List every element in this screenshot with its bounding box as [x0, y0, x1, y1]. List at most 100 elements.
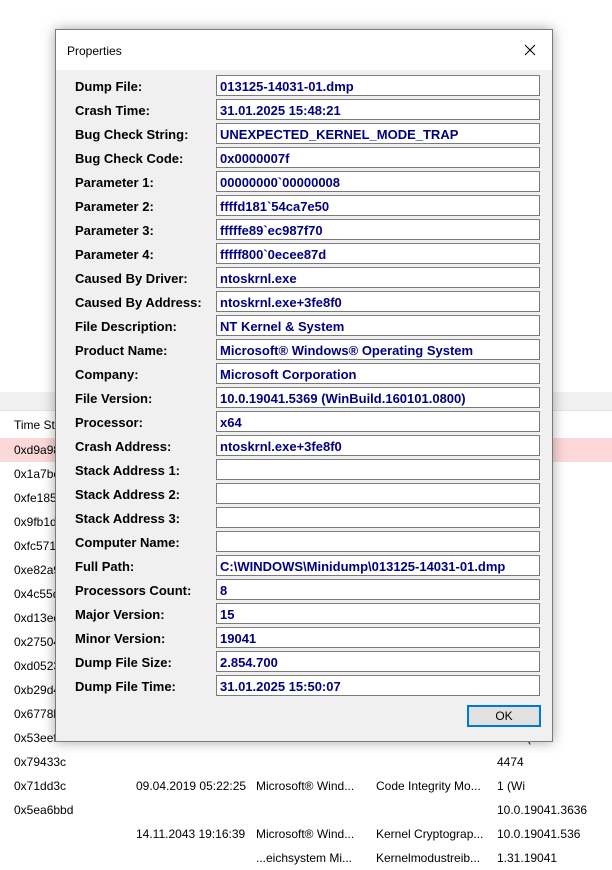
company-field[interactable]: Microsoft Corporation [216, 363, 540, 384]
field-label: Product Name: [75, 343, 168, 358]
row-date: 14.11.2043 19:16:39 [136, 827, 246, 841]
field-label: Crash Address: [75, 439, 172, 454]
field-row-dump-file-time: Dump File Time: 31.01.2025 15:50:07 [56, 675, 552, 699]
minor-version-field[interactable]: 19041 [216, 627, 540, 648]
row-date: 09.04.2019 05:22:25 [136, 779, 247, 793]
major-version-field[interactable]: 15 [216, 603, 540, 624]
field-value: 31.01.2025 15:48:21 [220, 103, 341, 118]
field-label: Parameter 4: [75, 247, 154, 262]
field-label: Dump File Time: [75, 679, 176, 694]
field-label: Bug Check String: [75, 127, 189, 142]
field-row-bug-check-code: Bug Check Code: 0x0000007f [56, 147, 552, 171]
field-row-dump-file: Dump File: 013125-14031-01.dmp [56, 75, 552, 99]
field-row-computer-name: Computer Name: [56, 531, 552, 555]
field-label: Major Version: [75, 607, 165, 622]
field-label: Stack Address 2: [75, 487, 181, 502]
field-row-minor-version: Minor Version: 19041 [56, 627, 552, 651]
field-label: Processor: [75, 415, 143, 430]
field-row-parameter-3: Parameter 3: fffffe89`ec987f70 [56, 219, 552, 243]
field-label: Caused By Address: [75, 295, 202, 310]
field-value: ntoskrnl.exe+3fe8f0 [220, 439, 342, 454]
field-label: Dump File: [75, 79, 143, 94]
field-label: Stack Address 1: [75, 463, 181, 478]
field-row-stack-address-3: Stack Address 3: [56, 507, 552, 531]
field-value: Microsoft Corporation [220, 367, 357, 382]
field-value: 00000000`00000008 [220, 175, 341, 190]
properties-dialog: Properties Dump File: 013125-14031-01.dmp… [55, 29, 553, 742]
parameter-2-field[interactable]: ffffd181`54ca7e50 [216, 195, 540, 216]
field-row-major-version: Major Version: 15 [56, 603, 552, 627]
dump-file-field[interactable]: 013125-14031-01.dmp [216, 75, 540, 96]
close-icon [524, 44, 536, 56]
processor-field[interactable]: x64 [216, 411, 540, 432]
dialog-titlebar[interactable]: Properties [56, 30, 552, 70]
field-label: File Version: [75, 391, 153, 406]
row-product: Microsoft® Wind... [256, 779, 355, 793]
field-value: 19041 [220, 631, 257, 646]
parameter-3-field[interactable]: fffffe89`ec987f70 [216, 219, 540, 240]
product-name-field[interactable]: Microsoft® Windows® Operating System [216, 339, 540, 360]
field-row-product-name: Product Name: Microsoft® Windows® Operati… [56, 339, 552, 363]
row-version: 10.0.19041.536 [497, 827, 581, 841]
row-version: 10.0.19041.3636 [497, 803, 588, 817]
computer-name-field[interactable] [216, 531, 540, 552]
field-row-processors-count: Processors Count: 8 [56, 579, 552, 603]
caused-by-driver-field[interactable]: ntoskrnl.exe [216, 267, 540, 288]
field-value: Microsoft® Windows® Operating System [220, 343, 474, 358]
field-label: Full Path: [75, 559, 135, 574]
ok-button[interactable]: OK [467, 705, 541, 727]
dump-file-time-field[interactable]: 31.01.2025 15:50:07 [216, 675, 540, 696]
row-version: 4474 [497, 755, 524, 769]
field-value: 2.854.700 [220, 655, 278, 670]
crash-time-field[interactable]: 31.01.2025 15:48:21 [216, 99, 540, 120]
field-row-caused-by-address: Caused By Address: ntoskrnl.exe+3fe8f0 [56, 291, 552, 315]
parameter-1-field[interactable]: 00000000`00000008 [216, 171, 540, 192]
field-label: Caused By Driver: [75, 271, 188, 286]
dump-file-size-field[interactable]: 2.854.700 [216, 651, 540, 672]
list-item[interactable]: 0x79433c 4474 [0, 750, 612, 774]
full-path-field[interactable]: C:\WINDOWS\Minidump\013125-14031-01.dmp [216, 555, 540, 576]
bug-check-string-field[interactable]: UNEXPECTED_KERNEL_MODE_TRAP [216, 123, 540, 144]
field-value: ntoskrnl.exe+3fe8f0 [220, 295, 342, 310]
field-row-file-description: File Description: NT Kernel & System [56, 315, 552, 339]
row-version: 1.31.19041 [497, 851, 558, 865]
field-label: Company: [75, 367, 139, 382]
crash-address-field[interactable]: ntoskrnl.exe+3fe8f0 [216, 435, 540, 456]
list-item[interactable]: 0x5ea6bbd 10.0.19041.3636 [0, 798, 612, 822]
field-row-file-version: File Version: 10.0.19041.5369 (WinBuild.1… [56, 387, 552, 411]
bug-check-code-field[interactable]: 0x0000007f [216, 147, 540, 168]
row-id: 0x71dd3c [14, 779, 67, 793]
field-row-crash-time: Crash Time: 31.01.2025 15:48:21 [56, 99, 552, 123]
field-row-bug-check-string: Bug Check String: UNEXPECTED_KERNEL_MODE_… [56, 123, 552, 147]
file-description-field[interactable]: NT Kernel & System [216, 315, 540, 336]
list-item[interactable]: 14.11.2043 19:16:39 Microsoft® Wind... Ker… [0, 822, 612, 846]
row-id: 0x5ea6bbd [14, 803, 74, 817]
stack-address-3-field[interactable] [216, 507, 540, 528]
field-value: fffffe89`ec987f70 [220, 223, 323, 238]
field-row-crash-address: Crash Address: ntoskrnl.exe+3fe8f0 [56, 435, 552, 459]
stack-address-1-field[interactable] [216, 459, 540, 480]
stack-address-2-field[interactable] [216, 483, 540, 504]
field-label: Minor Version: [75, 631, 166, 646]
field-label: Stack Address 3: [75, 511, 181, 526]
list-item[interactable]: ...eichsystem Mi... Kernelmodustreib... 1.… [0, 846, 612, 870]
field-value: ntoskrnl.exe [220, 271, 297, 286]
field-row-company: Company: Microsoft Corporation [56, 363, 552, 387]
parameter-4-field[interactable]: fffff800`0ecee87d [216, 243, 540, 264]
dialog-title: Properties [67, 44, 122, 58]
field-row-parameter-1: Parameter 1: 00000000`00000008 [56, 171, 552, 195]
file-version-field[interactable]: 10.0.19041.5369 (WinBuild.160101.0800) [216, 387, 540, 408]
row-description: Kernel Cryptograp... [376, 827, 484, 841]
list-item[interactable]: 0x71dd3c 09.04.2019 05:22:25 Microsoft® Wi… [0, 774, 612, 798]
field-label: Dump File Size: [75, 655, 172, 670]
row-version: 1 (Wi [497, 779, 525, 793]
field-row-stack-address-2: Stack Address 2: [56, 483, 552, 507]
field-value: 0x0000007f [220, 151, 290, 166]
field-row-parameter-2: Parameter 2: ffffd181`54ca7e50 [56, 195, 552, 219]
processors-count-field[interactable]: 8 [216, 579, 540, 600]
caused-by-address-field[interactable]: ntoskrnl.exe+3fe8f0 [216, 291, 540, 312]
close-button[interactable] [508, 30, 552, 70]
field-value: C:\WINDOWS\Minidump\013125-14031-01.dmp [220, 559, 506, 574]
field-label: File Description: [75, 319, 177, 334]
field-row-processor: Processor: x64 [56, 411, 552, 435]
